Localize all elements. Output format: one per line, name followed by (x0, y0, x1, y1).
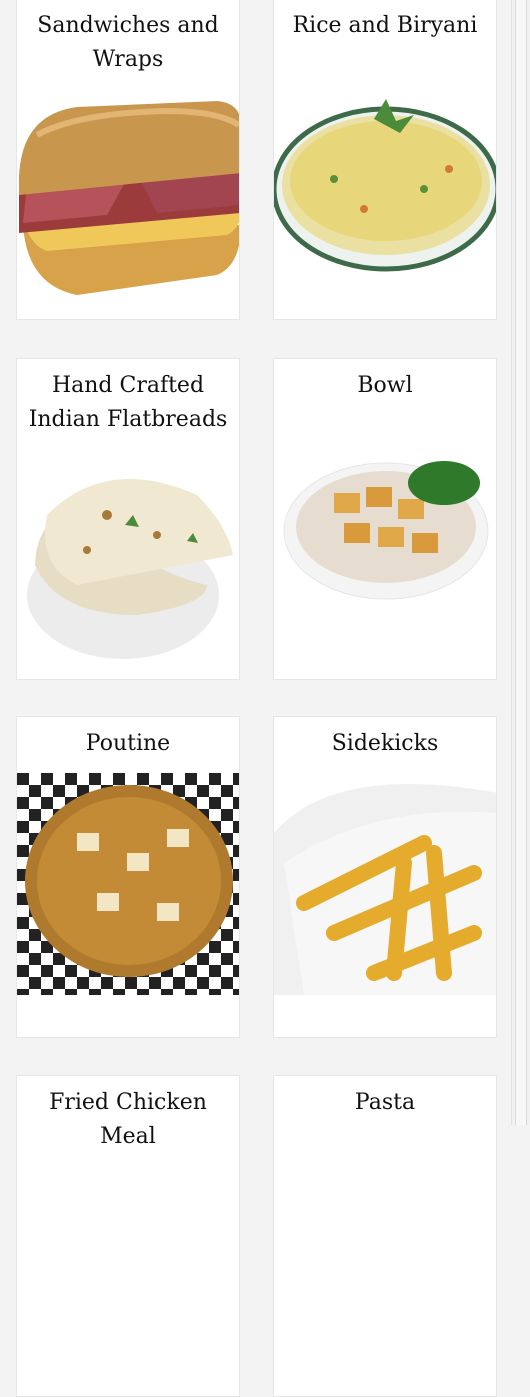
paneer-bowl-image (274, 443, 496, 603)
scrollbar[interactable] (511, 0, 530, 1125)
category-card-pasta[interactable]: Pasta (273, 1075, 497, 1397)
category-card-bowl[interactable]: Bowl (273, 358, 497, 680)
category-card-flatbreads[interactable]: Hand Crafted Indian Flatbreads (16, 358, 240, 680)
category-card-sidekicks[interactable]: Sidekicks (273, 716, 497, 1038)
scrollbar-thumb[interactable] (515, 0, 527, 1125)
fries-image (274, 773, 496, 995)
poutine-image (17, 773, 239, 995)
category-card-rice-biryani[interactable]: Rice and Biryani (273, 0, 497, 320)
category-title: Rice and Biryani (292, 13, 478, 38)
category-title: Sidekicks (331, 731, 439, 756)
sandwich-image (17, 95, 239, 307)
category-card-poutine[interactable]: Poutine (16, 716, 240, 1038)
category-title: Hand Crafted Indian Flatbreads (28, 373, 228, 432)
category-title: Fried Chicken Meal (49, 1090, 207, 1149)
category-card-fried-chicken[interactable]: Fried Chicken Meal (16, 1075, 240, 1397)
category-title: Pasta (354, 1090, 416, 1115)
category-title: Poutine (85, 731, 171, 756)
naan-flatbread-image (17, 455, 239, 665)
category-title: Sandwiches and Wraps (37, 13, 219, 72)
category-title: Bowl (357, 373, 413, 398)
category-card-sandwiches[interactable]: Sandwiches and Wraps (16, 0, 240, 320)
rice-biryani-image (274, 89, 496, 277)
